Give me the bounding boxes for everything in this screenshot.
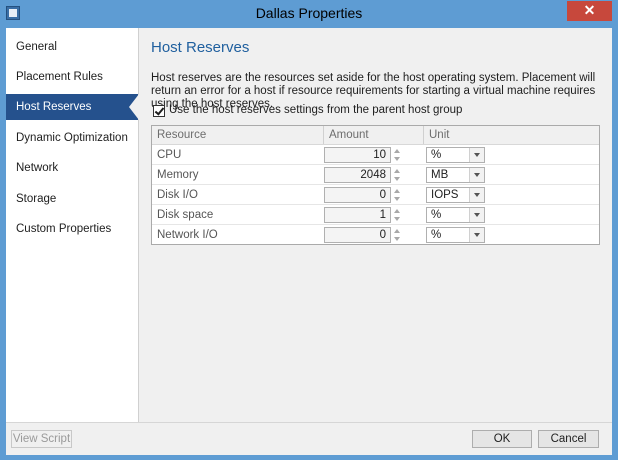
table-row: Disk I/O 0 IOPS	[152, 185, 599, 205]
amount-input[interactable]: 1	[324, 207, 391, 223]
resource-name: CPU	[157, 149, 182, 161]
table-row: Memory 2048 MB	[152, 165, 599, 185]
sidebar-item-host-reserves[interactable]: Host Reserves	[6, 94, 139, 120]
parent-settings-checkbox-label[interactable]: Use the host reserves settings from the …	[169, 104, 462, 116]
sidebar-item-storage[interactable]: Storage	[6, 186, 138, 212]
dialog-client: General Placement Rules Host Reserves Dy…	[6, 28, 612, 455]
title-bar[interactable]: Dallas Properties ✕	[0, 0, 618, 27]
unit-dropdown[interactable]: %	[426, 227, 485, 243]
spin-up-icon[interactable]	[394, 149, 400, 153]
cancel-button[interactable]: Cancel	[538, 430, 599, 448]
sidebar-item-custom-properties[interactable]: Custom Properties	[6, 216, 138, 242]
amount-input[interactable]: 2048	[324, 167, 391, 183]
table-row: Network I/O 0 %	[152, 225, 599, 245]
spin-down-icon[interactable]	[394, 217, 400, 221]
resource-name: Memory	[157, 169, 199, 181]
sidebar: General Placement Rules Host Reserves Dy…	[6, 28, 139, 422]
unit-dropdown[interactable]: %	[426, 147, 485, 163]
unit-value: %	[431, 149, 442, 161]
spin-up-icon[interactable]	[394, 209, 400, 213]
chevron-down-icon[interactable]	[469, 168, 484, 182]
table-row: CPU 10 %	[152, 145, 599, 165]
sidebar-item-general[interactable]: General	[6, 34, 138, 60]
amount-input[interactable]: 10	[324, 147, 391, 163]
column-header-unit[interactable]: Unit	[424, 126, 599, 144]
properties-window: Dallas Properties ✕ General Placement Ru…	[0, 0, 618, 460]
spin-down-icon[interactable]	[394, 197, 400, 201]
sidebar-item-label: Host Reserves	[16, 101, 92, 113]
window-title: Dallas Properties	[255, 5, 363, 21]
resource-name: Disk I/O	[157, 189, 198, 201]
unit-dropdown[interactable]: %	[426, 207, 485, 223]
resource-name: Network I/O	[157, 229, 218, 241]
ok-button[interactable]: OK	[472, 430, 532, 448]
unit-value: IOPS	[431, 189, 459, 201]
amount-spinner[interactable]	[393, 167, 402, 183]
column-header-resource[interactable]: Resource	[152, 126, 324, 144]
amount-spinner[interactable]	[393, 207, 402, 223]
amount-spinner[interactable]	[393, 187, 402, 203]
button-bar: View Script OK Cancel	[6, 422, 612, 455]
amount-input[interactable]: 0	[324, 227, 391, 243]
sidebar-item-network[interactable]: Network	[6, 155, 138, 181]
grid-header: Resource Amount Unit	[152, 126, 599, 145]
unit-dropdown[interactable]: MB	[426, 167, 485, 183]
spin-up-icon[interactable]	[394, 229, 400, 233]
sidebar-item-placement-rules[interactable]: Placement Rules	[6, 64, 138, 90]
resource-name: Disk space	[157, 209, 214, 221]
unit-value: %	[431, 209, 442, 221]
chevron-down-icon[interactable]	[469, 148, 484, 162]
page-title: Host Reserves	[151, 39, 250, 56]
chevron-down-icon[interactable]	[469, 188, 484, 202]
spin-down-icon[interactable]	[394, 177, 400, 181]
unit-value: MB	[431, 169, 449, 181]
amount-spinner[interactable]	[393, 227, 402, 243]
table-row: Disk space 1 %	[152, 205, 599, 225]
column-header-amount[interactable]: Amount	[324, 126, 424, 144]
selected-pointer-icon	[129, 94, 139, 120]
chevron-down-icon[interactable]	[469, 208, 484, 222]
spin-up-icon[interactable]	[394, 169, 400, 173]
spin-down-icon[interactable]	[394, 237, 400, 241]
spin-up-icon[interactable]	[394, 189, 400, 193]
unit-value: %	[431, 229, 442, 241]
close-icon: ✕	[583, 2, 596, 18]
view-script-button[interactable]: View Script	[11, 430, 72, 448]
chevron-down-icon[interactable]	[469, 228, 484, 242]
content-pane: Host Reserves Host reserves are the reso…	[139, 28, 612, 422]
close-button[interactable]: ✕	[567, 1, 612, 21]
amount-spinner[interactable]	[393, 147, 402, 163]
spin-down-icon[interactable]	[394, 157, 400, 161]
parent-settings-checkbox[interactable]	[153, 105, 165, 117]
sidebar-item-dynamic-optimization[interactable]: Dynamic Optimization	[6, 125, 138, 151]
unit-dropdown[interactable]: IOPS	[426, 187, 485, 203]
reserves-grid: Resource Amount Unit CPU 10 % Memory 204…	[151, 125, 600, 245]
amount-input[interactable]: 0	[324, 187, 391, 203]
